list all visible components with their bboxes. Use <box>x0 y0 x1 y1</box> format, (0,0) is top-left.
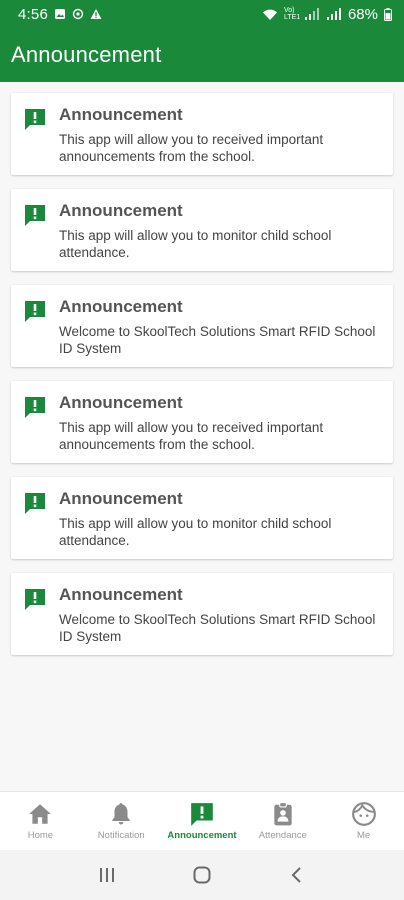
nav-home-label: Home <box>27 830 54 841</box>
attendance-icon <box>274 802 292 826</box>
home-circle-icon <box>193 866 211 884</box>
system-nav-bar <box>0 850 404 900</box>
back-button[interactable] <box>285 863 309 887</box>
nav-announcement[interactable]: Announcement <box>162 792 243 850</box>
battery-percent: 68% <box>347 5 378 23</box>
announcement-icon <box>25 493 45 514</box>
nav-attendance-label: Attendance <box>258 830 307 841</box>
home-icon <box>29 804 52 824</box>
gallery-icon <box>55 9 65 19</box>
announcement-body: Welcome to SkoolTech Solutions Smart RFI… <box>59 612 376 644</box>
announcement-body: This app will allow you to monitor child… <box>59 516 332 548</box>
announcement-list[interactable]: Announcement This app will allow you to … <box>0 82 404 791</box>
announcement-body: This app will allow you to monitor child… <box>59 228 332 260</box>
announcement-body: Welcome to SkoolTech Solutions Smart RFI… <box>59 324 376 356</box>
announcement-card[interactable]: Announcement Welcome to SkoolTech Soluti… <box>11 285 393 367</box>
nav-me-label: Me <box>356 830 371 841</box>
page-title: Announcement <box>11 42 162 67</box>
sync-icon <box>72 8 84 20</box>
announcement-icon <box>25 589 45 610</box>
bell-icon <box>112 803 130 825</box>
nav-attendance[interactable]: Attendance <box>242 792 323 850</box>
nav-me[interactable]: Me <box>323 792 404 850</box>
announcement-title: Announcement <box>59 297 183 316</box>
status-bar: 4:56 Vo) LTE1 68% <box>0 0 404 28</box>
warning-icon <box>90 9 102 19</box>
announcement-card[interactable]: Announcement Welcome to SkoolTech Soluti… <box>11 573 393 655</box>
signal-icon <box>304 7 319 20</box>
announcement-title: Announcement <box>59 489 183 508</box>
status-time: 4:56 <box>18 5 48 23</box>
announcement-card[interactable]: Announcement This app will allow you to … <box>11 477 393 559</box>
announcement-card[interactable]: Announcement This app will allow you to … <box>11 189 393 271</box>
status-right: Vo) LTE1 68% <box>262 6 392 23</box>
face-icon <box>351 802 376 826</box>
announcement-icon <box>25 205 45 226</box>
bottom-nav: Home Notification Announcement Attendanc… <box>0 791 404 850</box>
nav-announcement-label: Announcement <box>167 830 237 841</box>
battery-icon <box>384 7 392 21</box>
recent-apps-icon <box>100 868 115 882</box>
wifi-icon <box>262 9 277 20</box>
announcement-body: This app will allow you to received impo… <box>59 132 324 164</box>
announcement-icon <box>25 109 45 130</box>
recent-apps-button[interactable] <box>95 863 119 887</box>
announcement-title: Announcement <box>59 105 183 124</box>
announcement-card[interactable]: Announcement This app will allow you to … <box>11 381 393 463</box>
network-type-label: Vo) LTE1 <box>283 7 301 21</box>
announcement-title: Announcement <box>59 201 183 220</box>
nav-home[interactable]: Home <box>0 792 81 850</box>
announcement-title: Announcement <box>59 393 183 412</box>
nav-notification-label: Notification <box>97 830 145 841</box>
announcement-icon <box>25 301 45 322</box>
nav-notification[interactable]: Notification <box>81 792 162 850</box>
announcement-card[interactable]: Announcement This app will allow you to … <box>11 93 393 175</box>
announcement-title: Announcement <box>59 585 183 604</box>
announcement-icon <box>25 397 45 418</box>
signal-icon-2 <box>326 7 341 20</box>
status-left: 4:56 <box>18 6 102 23</box>
announcement-icon <box>191 803 213 826</box>
app-bar: Announcement <box>0 28 404 82</box>
back-icon <box>291 867 301 883</box>
announcement-body: This app will allow you to received impo… <box>59 420 324 452</box>
home-button[interactable] <box>190 863 214 887</box>
